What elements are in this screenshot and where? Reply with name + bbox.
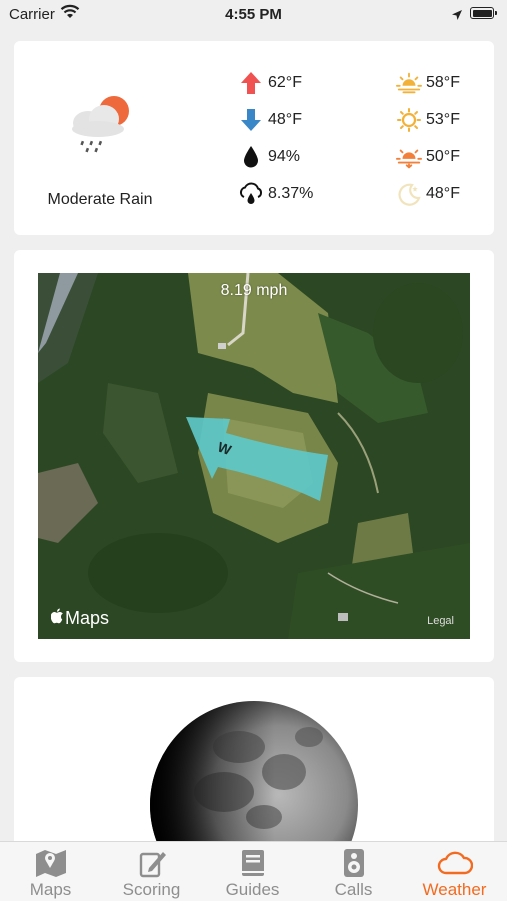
tab-guides[interactable]: Guides	[202, 842, 303, 901]
tab-bar: Maps Scoring Guides Calls Weather	[0, 841, 507, 901]
scoring-pen-icon	[134, 848, 170, 878]
high-temperature: 62°F	[238, 71, 302, 95]
status-bar: Carrier 4:55 PM	[0, 0, 507, 30]
humidity-drop-icon	[238, 145, 264, 169]
status-time: 4:55 PM	[225, 6, 282, 23]
sunrise-icon	[396, 71, 422, 95]
map-icon	[33, 848, 69, 878]
sun-icon	[396, 108, 422, 132]
humidity: 94%	[238, 145, 300, 169]
tab-calls[interactable]: Calls	[303, 842, 404, 901]
condition-label: Moderate Rain	[47, 191, 153, 208]
arrow-up-icon	[238, 71, 264, 95]
tab-maps[interactable]: Maps	[0, 842, 101, 901]
book-icon	[235, 848, 271, 878]
tab-label-maps: Maps	[29, 880, 72, 899]
tab-label-scoring: Scoring	[122, 880, 181, 899]
tab-label-calls: Calls	[334, 880, 373, 899]
wind-speed-label: 8.19 mph	[220, 282, 288, 299]
maps-brand-label: Maps	[65, 608, 110, 628]
cloud-rain-sun-icon	[64, 93, 136, 155]
precipitation-value: 8.37%	[268, 185, 314, 202]
daytime-temp-value: 53°F	[426, 111, 460, 128]
wind-map-card: 8.19 mph W Maps Legal	[14, 250, 494, 662]
tab-weather[interactable]: Weather	[404, 842, 505, 901]
speaker-icon	[336, 848, 372, 878]
night-temp-value: 48°F	[426, 185, 460, 202]
location-arrow-icon	[451, 8, 463, 26]
maps-attribution[interactable]: Maps	[50, 608, 110, 629]
night-temperature: 48°F	[396, 182, 460, 206]
daytime-temperature: 53°F	[396, 108, 460, 132]
moon-icon	[396, 182, 422, 206]
tab-label-weather: Weather	[422, 880, 487, 899]
moon-phase-card	[14, 677, 494, 847]
cloud-icon	[437, 848, 473, 878]
satellite-map[interactable]: 8.19 mph W Maps Legal	[38, 273, 470, 639]
apple-logo-icon	[50, 608, 65, 629]
moon-phase-image	[150, 701, 358, 847]
high-temp-value: 62°F	[268, 74, 302, 91]
tab-label-guides: Guides	[225, 880, 280, 899]
sunrise-temperature: 58°F	[396, 71, 460, 95]
sunset-temperature: 50°F	[396, 145, 460, 169]
battery-icon	[470, 7, 497, 19]
precipitation-cloud-icon	[238, 182, 264, 206]
arrow-down-icon	[238, 108, 264, 132]
humidity-value: 94%	[268, 148, 301, 165]
sunrise-temp-value: 58°F	[426, 74, 460, 91]
legal-link[interactable]: Legal	[427, 615, 454, 627]
tab-scoring[interactable]: Scoring	[101, 842, 202, 901]
sunset-icon	[396, 145, 422, 169]
low-temperature: 48°F	[238, 108, 302, 132]
low-temp-value: 48°F	[268, 111, 302, 128]
weather-summary-card: Moderate Rain 62°F 48°F 94% 8.37% 58°F 5…	[14, 41, 494, 235]
sunset-temp-value: 50°F	[426, 148, 460, 165]
precipitation-chance: 8.37%	[238, 182, 313, 206]
wind-direction-arrow-icon: W	[186, 417, 328, 501]
